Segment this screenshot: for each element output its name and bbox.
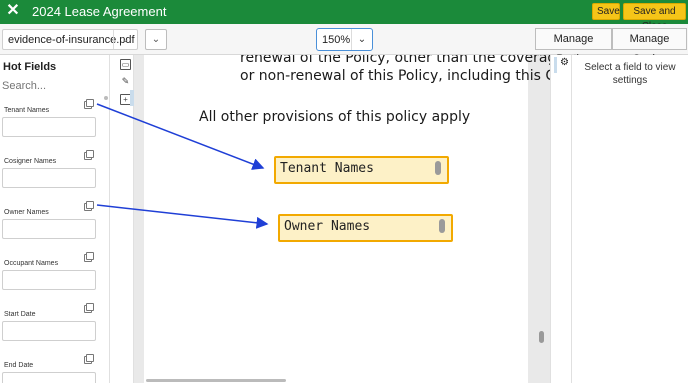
horizontal-scrollbar[interactable]	[146, 379, 286, 382]
chevron-down-icon: ⌄	[151, 34, 161, 45]
select-icon[interactable]: ▭	[120, 59, 131, 70]
copy-icon[interactable]	[84, 99, 94, 109]
chevron-down-icon: ⌄	[113, 30, 137, 49]
doc-field-label: Tenant Names	[280, 161, 374, 176]
save-button[interactable]: Save	[592, 3, 620, 20]
document-text-line: renewal of the Policy, other than the co…	[240, 55, 550, 66]
copy-icon[interactable]	[84, 252, 94, 262]
document-text-line: All other provisions of this policy appl…	[199, 109, 471, 125]
search-input[interactable]	[0, 79, 98, 93]
document-viewer[interactable]: renewal of the Policy, other than the co…	[134, 55, 550, 383]
field-label-cosigner-names: Cosigner Names	[4, 158, 57, 165]
toolbar: evidence-of-insurance.pdf ⌄ ⌄ 150% ⌄ Man…	[0, 24, 688, 65]
end-date-input[interactable]	[2, 372, 96, 383]
cosigner-names-input[interactable]	[2, 168, 96, 188]
file-select[interactable]: evidence-of-insurance.pdf ⌄	[2, 29, 138, 50]
copy-icon[interactable]	[84, 150, 94, 160]
manage-copies-button[interactable]: Manage Copies	[612, 28, 687, 65]
hot-fields-panel: Hot Fields Tenant Names Cosigner Names O…	[0, 55, 110, 383]
pen-icon[interactable]: ✎	[120, 76, 131, 87]
settings-empty-message: Select a field to view settings	[584, 62, 676, 86]
owner-names-doc-field[interactable]: Owner Names	[278, 214, 453, 242]
document-text-line: or non-renewal of this Policy, including…	[240, 68, 550, 84]
owner-names-input[interactable]	[2, 219, 96, 239]
occupant-names-input[interactable]	[2, 270, 96, 290]
field-label-tenant-names: Tenant Names	[4, 107, 50, 114]
copy-icon[interactable]	[84, 303, 94, 313]
manage-parties-button[interactable]: Manage Parties	[535, 28, 612, 65]
drag-handle-icon[interactable]	[435, 161, 441, 175]
page-dropdown-button[interactable]: ⌄	[145, 29, 167, 50]
title-bar: ✕ 2024 Lease Agreement Save Save and Clo…	[0, 0, 688, 32]
copy-icon[interactable]	[84, 354, 94, 364]
scrollbar-thumb[interactable]	[539, 331, 544, 343]
tenant-names-input[interactable]	[2, 117, 96, 137]
field-label-occupant-names: Occupant Names	[4, 260, 59, 267]
active-tab-indicator	[554, 57, 557, 73]
chevron-down-icon: ⌄	[351, 29, 372, 50]
close-icon[interactable]: ✕	[5, 3, 21, 19]
zoom-select[interactable]: 150% ⌄	[316, 28, 373, 51]
doc-field-label: Owner Names	[284, 219, 371, 234]
document-title: 2024 Lease Agreement	[32, 4, 167, 19]
field-label-owner-names: Owner Names	[4, 209, 49, 216]
start-date-input[interactable]	[2, 321, 96, 341]
field-label-end-date: End Date	[4, 362, 34, 369]
drag-handle-icon[interactable]	[439, 219, 445, 233]
resize-handle[interactable]	[104, 96, 108, 100]
gear-icon[interactable]: ⚙	[560, 57, 569, 68]
zoom-value: 150%	[322, 34, 351, 46]
tenant-names-doc-field[interactable]: Tenant Names	[274, 156, 449, 184]
vertical-scrollbar[interactable]	[538, 55, 546, 383]
document-page: renewal of the Policy, other than the co…	[144, 55, 550, 383]
settings-tab-strip: ⚙	[550, 55, 572, 383]
field-label-start-date: Start Date	[4, 311, 36, 318]
hot-fields-title: Hot Fields	[3, 61, 57, 73]
field-settings-panel: Select a field to view settings	[572, 55, 688, 383]
save-and-close-button[interactable]: Save and Close	[623, 3, 686, 32]
copy-icon[interactable]	[84, 201, 94, 211]
